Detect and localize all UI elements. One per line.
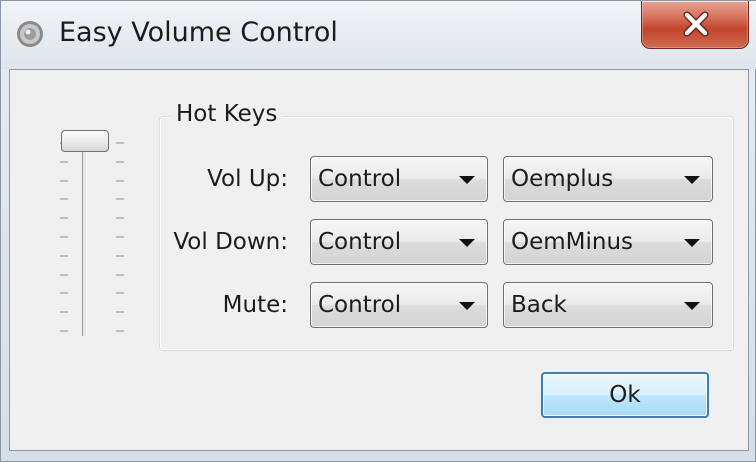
mute-modifier-select[interactable]: Control (310, 282, 488, 328)
hotkeys-group-label: Hot Keys (170, 101, 284, 127)
slider-tick (116, 161, 124, 163)
window-title: Easy Volume Control (59, 17, 338, 48)
slider-tick (116, 236, 124, 238)
dialog-body: Hot Keys Vol Up: Control Oemplus Vol Dow… (9, 69, 749, 451)
slider-tick (116, 311, 124, 313)
vol-up-label: Vol Up: (207, 166, 288, 192)
slider-tick (116, 255, 124, 257)
close-button[interactable] (641, 1, 749, 49)
vol-down-modifier-select[interactable]: Control (310, 219, 488, 265)
slider-tick (60, 274, 68, 276)
chevron-down-icon (459, 176, 475, 184)
mute-key-select[interactable]: Back (503, 282, 713, 328)
slider-tick (60, 255, 68, 257)
vol-down-label: Vol Down: (173, 229, 288, 255)
slider-tick (60, 180, 68, 182)
slider-tick (60, 330, 68, 332)
slider-tick (116, 292, 124, 294)
slider-tick (60, 236, 68, 238)
chevron-down-icon (459, 239, 475, 247)
app-window: Easy Volume Control Hot Keys Vol Up: Con… (0, 0, 756, 462)
vol-up-key-select[interactable]: Oemplus (503, 156, 713, 202)
slider-tick (116, 274, 124, 276)
slider-thumb[interactable] (61, 130, 109, 152)
slider-track (82, 136, 87, 336)
slider-tick (116, 330, 124, 332)
slider-tick (116, 180, 124, 182)
title-bar[interactable]: Easy Volume Control (1, 1, 756, 69)
chevron-down-icon (459, 302, 475, 310)
slider-tick (116, 142, 124, 144)
chevron-down-icon (684, 176, 700, 184)
mute-modifier-value: Control (318, 292, 402, 318)
speaker-icon[interactable] (15, 19, 45, 49)
mute-key-value: Back (511, 292, 567, 318)
vol-down-key-select[interactable]: OemMinus (503, 219, 713, 265)
volume-slider[interactable] (50, 124, 130, 338)
chevron-down-icon (684, 302, 700, 310)
ok-button[interactable]: Ok (541, 372, 709, 418)
slider-tick (116, 198, 124, 200)
vol-up-key-value: Oemplus (511, 166, 614, 192)
chevron-down-icon (684, 239, 700, 247)
vol-down-key-value: OemMinus (511, 229, 634, 255)
vol-up-modifier-value: Control (318, 166, 402, 192)
slider-tick (60, 161, 68, 163)
slider-tick (60, 311, 68, 313)
slider-tick (116, 217, 124, 219)
vol-down-modifier-value: Control (318, 229, 402, 255)
slider-tick (60, 198, 68, 200)
mute-label: Mute: (222, 292, 288, 318)
slider-tick (60, 217, 68, 219)
vol-up-modifier-select[interactable]: Control (310, 156, 488, 202)
slider-tick (60, 292, 68, 294)
